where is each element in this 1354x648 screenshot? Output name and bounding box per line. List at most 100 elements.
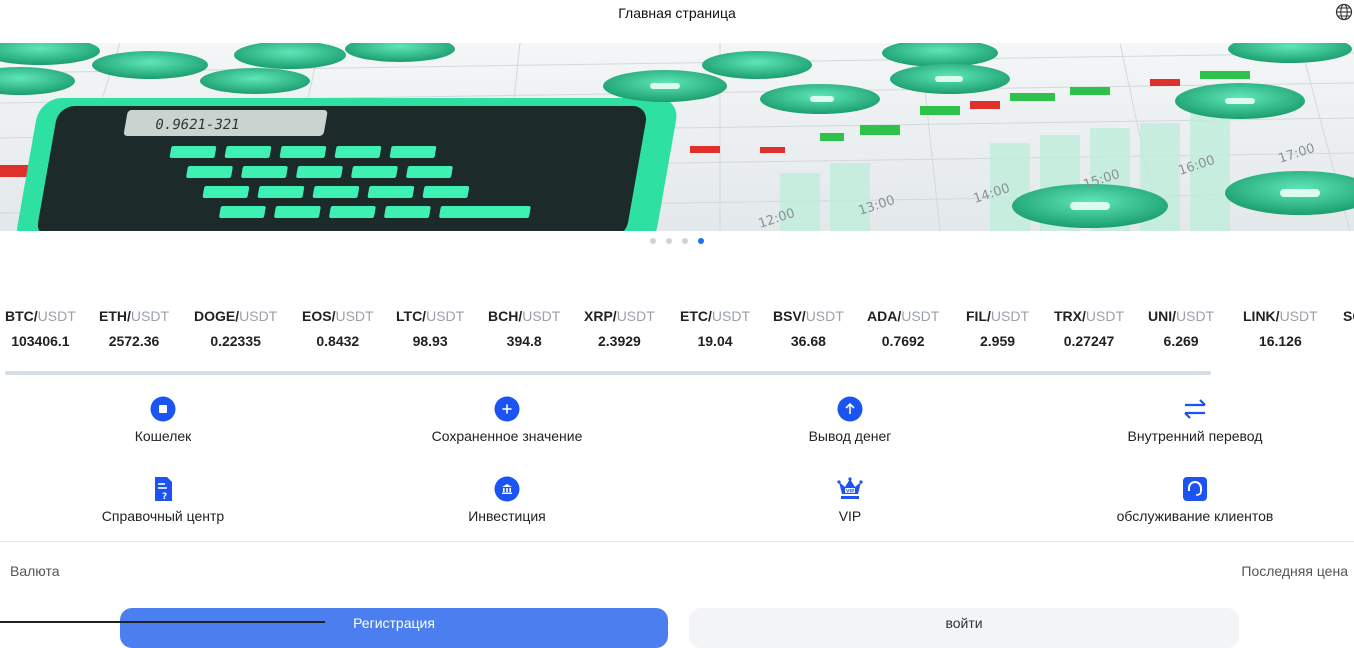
section-divider <box>0 541 1354 542</box>
carousel-dot[interactable] <box>682 238 688 244</box>
withdraw-arrow-icon <box>837 396 863 422</box>
ticker-item-etc[interactable]: ETC/USDT 19.04 <box>680 308 750 349</box>
ticker-price: 6.269 <box>1163 333 1199 349</box>
carousel-dot[interactable] <box>666 238 672 244</box>
ticker-base: LTC/ <box>396 308 427 324</box>
deposit-button[interactable]: Сохраненное значение <box>377 396 637 444</box>
deposit-label: Сохраненное значение <box>431 428 583 444</box>
vip-label: VIP <box>838 508 862 524</box>
ticker-quote: USDT <box>1085 308 1125 324</box>
ticker-quote: USDT <box>335 308 374 324</box>
price-ticker[interactable]: BTC/USDT 103406.1 ETH/USDT 2572.36 DOGE/… <box>0 308 1354 353</box>
ticker-quote: USDT <box>1279 308 1318 324</box>
ticker-quote: USDT <box>990 308 1030 324</box>
bank-icon <box>494 476 520 502</box>
ticker-item-link[interactable]: LINK/USDT 16.126 <box>1243 308 1318 349</box>
ticker-base: TRX/ <box>1054 308 1086 324</box>
customer-service-button[interactable]: обслуживание клиентов <box>1065 476 1325 524</box>
investment-button[interactable]: Инвестиция <box>377 476 637 524</box>
ticker-quote: USDT <box>37 308 76 324</box>
svg-text:?: ? <box>162 492 167 502</box>
ticker-price: 98.93 <box>412 333 448 349</box>
ticker-price: 16.126 <box>1258 333 1302 349</box>
ticker-base: FIL/ <box>966 308 991 324</box>
column-header-currency: Валюта <box>10 563 60 579</box>
carousel-indicators <box>0 238 1354 244</box>
ticker-item-ada[interactable]: ADA/USDT 0.7692 <box>867 308 939 349</box>
vip-button[interactable]: VIP VIP <box>720 476 980 524</box>
wallet-icon <box>150 396 176 422</box>
ticker-item-xrp[interactable]: XRP/USDT 2.3929 <box>584 308 655 349</box>
ticker-quote: USDT <box>239 308 278 324</box>
ticker-item-ltc[interactable]: LTC/USDT 98.93 <box>396 308 464 349</box>
ticker-price: 2.3929 <box>597 333 641 349</box>
ticker-quote: USDT <box>616 308 655 324</box>
ticker-base: XRP/ <box>584 308 617 324</box>
vip-crown-icon: VIP <box>837 477 863 499</box>
globe-icon[interactable] <box>1335 3 1353 21</box>
help-document-icon: ? <box>155 477 172 502</box>
deposit-plus-icon <box>494 396 520 422</box>
ticker-base: EOS/ <box>302 308 336 324</box>
ticker-item-btc[interactable]: BTC/USDT 103406.1 <box>5 308 76 349</box>
transfer-arrows-icon <box>1184 399 1206 419</box>
ticker-price: 103406.1 <box>11 333 70 349</box>
internal-transfer-button[interactable]: Внутренний перевод <box>1065 396 1325 444</box>
ticker-price: 0.22335 <box>210 333 261 349</box>
ticker-scrollbar[interactable] <box>5 371 1211 375</box>
ticker-quote: USDT <box>805 308 844 324</box>
ticker-quote: USDT <box>1176 308 1215 324</box>
calculator-display-text: 0.9621-321 <box>154 117 241 133</box>
ticker-item-doge[interactable]: DOGE/USDT 0.22335 <box>194 308 277 349</box>
ticker-item-fil[interactable]: FIL/USDT 2.959 <box>966 308 1029 349</box>
ticker-quote: USDT <box>711 308 751 324</box>
ticker-base: LINK/ <box>1243 308 1280 324</box>
banner-image: 0.9621-321 12:00 13:00 14:00 15:00 16:00… <box>0 43 1354 231</box>
ticker-base: DOGE/ <box>194 308 240 324</box>
ticker-item-bch[interactable]: BCH/USDT 394.8 <box>488 308 560 349</box>
headset-icon <box>1183 477 1207 501</box>
ticker-item-bsv[interactable]: BSV/USDT 36.68 <box>773 308 844 349</box>
ticker-base: UNI/ <box>1148 308 1176 324</box>
internal-transfer-label: Внутренний перевод <box>1127 428 1263 444</box>
carousel-dot[interactable] <box>650 238 656 244</box>
ticker-item-partial[interactable]: SC <box>1343 308 1354 324</box>
ticker-price: 0.7692 <box>881 333 925 349</box>
ticker-quote: USDT <box>426 308 465 324</box>
svg-text:VIP: VIP <box>846 488 855 494</box>
help-center-label: Справочный центр <box>101 508 225 524</box>
ticker-item-uni[interactable]: UNI/USDT 6.269 <box>1148 308 1214 349</box>
withdraw-label: Вывод денег <box>808 428 892 444</box>
help-center-button[interactable]: ? Справочный центр <box>33 476 293 524</box>
column-header-last-price: Последняя цена <box>1241 563 1348 579</box>
page-title: Главная страница <box>618 5 736 21</box>
ticker-item-eos[interactable]: EOS/USDT 0.8432 <box>302 308 374 349</box>
ticker-base: SC <box>1343 308 1354 324</box>
top-header: Главная страница <box>0 0 1354 27</box>
ticker-item-trx[interactable]: TRX/USDT 0.27247 <box>1054 308 1124 349</box>
ticker-base: ETH/ <box>99 308 131 324</box>
ticker-price: 36.68 <box>790 333 826 349</box>
ticker-base: BCH/ <box>488 308 523 324</box>
ticker-price: 0.27247 <box>1063 333 1115 349</box>
ticker-base: ETC/ <box>680 308 712 324</box>
withdraw-button[interactable]: Вывод денег <box>720 396 980 444</box>
ticker-base: BSV/ <box>773 308 806 324</box>
promo-banner-carousel[interactable]: 0.9621-321 12:00 13:00 14:00 15:00 16:00… <box>0 43 1354 231</box>
ticker-base: BTC/ <box>5 308 38 324</box>
ticker-base: ADA/ <box>867 308 902 324</box>
register-button[interactable]: Регистрация <box>120 608 668 648</box>
ticker-price: 2572.36 <box>108 333 160 349</box>
investment-label: Инвестиция <box>468 508 546 524</box>
ticker-price: 0.8432 <box>316 333 360 349</box>
login-button[interactable]: войти <box>689 608 1239 648</box>
ticker-quote: USDT <box>130 308 170 324</box>
wallet-button[interactable]: Кошелек <box>33 396 293 444</box>
wallet-label: Кошелек <box>134 428 192 444</box>
ticker-quote: USDT <box>522 308 561 324</box>
ticker-item-eth[interactable]: ETH/USDT 2572.36 <box>99 308 169 349</box>
ticker-price: 19.04 <box>697 333 733 349</box>
customer-service-label: обслуживание клиентов <box>1116 508 1274 524</box>
ticker-price: 2.959 <box>979 333 1016 349</box>
carousel-dot-active[interactable] <box>698 238 704 244</box>
